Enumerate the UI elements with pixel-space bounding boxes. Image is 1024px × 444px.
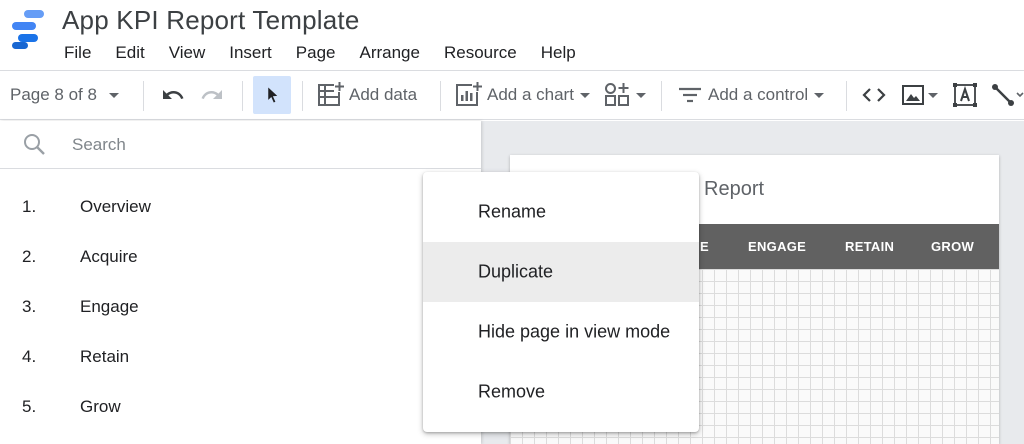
chevron-down-icon [579,92,590,98]
image-icon [902,85,924,105]
menu-page[interactable]: Page [284,42,348,66]
page-name: Acquire [80,247,138,266]
toolbar-divider [440,81,441,111]
app-title[interactable]: App KPI Report Template [62,5,360,36]
community-visualizations-button[interactable] [604,71,646,119]
header: App KPI Report Template File Edit View I… [0,0,1024,70]
toolbar: Page 8 of 8 Add data Add a chart Add a c… [0,70,1024,120]
toolbar-divider [302,81,303,111]
select-icon [268,87,278,103]
nav-acquire[interactable]: E [700,224,709,269]
chevron-down-icon [814,92,825,98]
page-context-menu: Rename Duplicate Hide page in view mode … [423,172,699,432]
page-name: Grow [80,397,121,416]
menu-resource[interactable]: Resource [432,42,529,66]
page-name: Engage [80,297,139,316]
menu-arrange[interactable]: Arrange [347,42,431,66]
page-number: 1. [22,197,37,216]
page-item-overview[interactable]: 1. Overview [0,183,481,233]
page-number: 2. [22,247,37,266]
text-button[interactable] [952,71,978,119]
toolbar-divider [242,81,243,111]
menu-help[interactable]: Help [529,42,588,66]
add-data-icon [318,81,345,106]
menu-file[interactable]: File [52,42,103,66]
page-item-grow[interactable]: 5. Grow [0,383,481,433]
menu-item-label: Hide page in view mode [478,321,671,342]
page-selector[interactable]: Page 8 of 8 [10,71,119,119]
add-control-button[interactable]: Add a control [677,71,825,119]
undo-icon [163,90,184,99]
chevron-down-icon [636,92,646,98]
menu-item-rename[interactable]: Rename [423,182,699,242]
page-number: 4. [22,347,37,366]
add-data-label: Add data [349,85,418,104]
logo-icon[interactable] [10,8,46,50]
menu-item-duplicate[interactable]: Duplicate [423,242,699,302]
toolbar-divider [143,81,144,111]
page-indicator: Page 8 of 8 [10,85,97,104]
add-chart-icon [456,81,483,106]
page-number: 5. [22,397,37,416]
menu-item-hide-page[interactable]: Hide page in view mode [423,302,699,362]
line-button[interactable] [990,71,1024,119]
menu-edit[interactable]: Edit [103,42,156,66]
page-name: Retain [80,347,130,366]
text-icon [953,83,977,107]
community-viz-icon [605,83,629,106]
add-control-icon [679,87,701,103]
page-list-panel: 1. Overview 2. Acquire 3. Engage 4. Reta… [0,121,481,444]
menu-insert[interactable]: Insert [217,42,284,66]
nav-grow[interactable]: GROW [931,224,974,269]
menu-bar: File Edit View Insert Page Arrange Resou… [52,42,588,66]
menu-item-label: Duplicate [478,261,554,282]
page-item-engage[interactable]: 3. Engage [0,283,481,333]
toolbar-divider [661,81,662,111]
menu-item-label: Remove [478,381,546,402]
nav-retain[interactable]: RETAIN [845,224,894,269]
embed-icon [862,88,886,102]
menu-item-remove[interactable]: Remove [423,362,699,422]
page-item-retain[interactable]: 4. Retain [0,333,481,383]
line-icon [992,84,1024,106]
search-input[interactable] [72,131,452,159]
page-number: 3. [22,297,37,316]
page-search [0,121,481,169]
chevron-down-icon [108,92,119,98]
search-icon [24,134,45,155]
add-data-button[interactable]: Add data [317,71,417,119]
redo-button[interactable] [200,71,224,119]
page-name: Overview [80,197,151,216]
page-item-acquire[interactable]: 2. Acquire [0,233,481,283]
image-button[interactable] [901,71,938,119]
redo-icon [201,90,222,99]
add-control-label: Add a control [708,85,809,104]
report-title: Report [704,178,765,200]
add-chart-button[interactable]: Add a chart [455,71,590,119]
chevron-down-icon [928,92,938,98]
embed-button[interactable] [861,71,887,119]
add-chart-label: Add a chart [487,85,574,104]
undo-button[interactable] [161,71,185,119]
select-tool-button[interactable] [253,76,291,114]
menu-item-label: Rename [478,201,547,222]
nav-engage[interactable]: ENGAGE [748,224,806,269]
menu-view[interactable]: View [157,42,218,66]
toolbar-divider [846,81,847,111]
